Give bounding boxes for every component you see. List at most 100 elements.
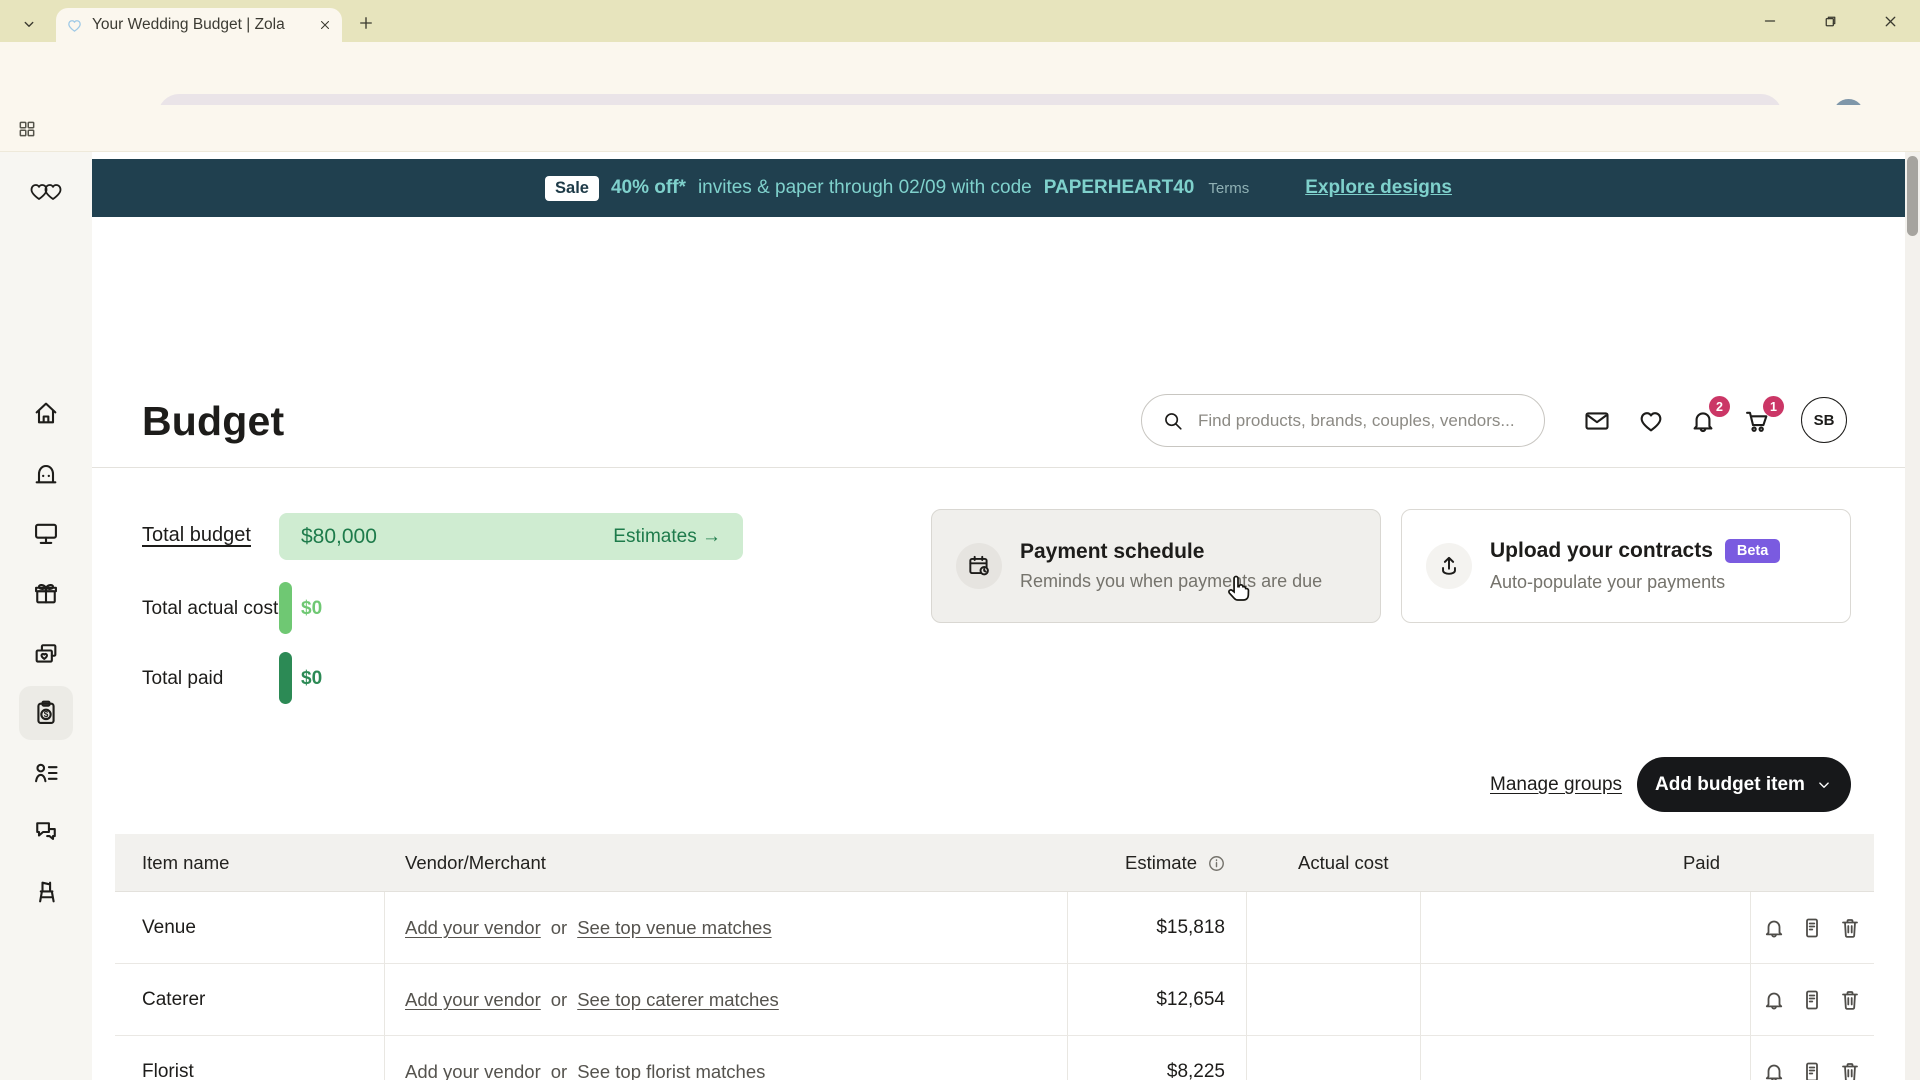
calendar-clock-icon — [956, 543, 1002, 589]
scrollbar-track[interactable] — [1905, 152, 1920, 1080]
total-budget-label[interactable]: Total budget — [142, 524, 251, 547]
or-text: or — [551, 989, 567, 1011]
search-input[interactable] — [1196, 410, 1524, 432]
tab-close-icon[interactable] — [318, 18, 332, 32]
estimate-info-icon[interactable] — [1207, 834, 1226, 892]
upload-contracts-card[interactable]: Upload your contracts Beta Auto-populate … — [1401, 509, 1851, 623]
window-close-button[interactable] — [1873, 6, 1907, 36]
notes-icon[interactable] — [1800, 988, 1824, 1012]
banner-offer-bold: 40% off* — [611, 177, 686, 199]
tab-search-chevron-icon[interactable] — [14, 9, 44, 39]
sidebar-vendor-chat-icon[interactable] — [19, 805, 73, 859]
search-icon — [1162, 410, 1184, 432]
banner-offer-text: invites & paper through 02/09 with code — [698, 177, 1032, 199]
favorites-heart-icon[interactable] — [1635, 405, 1667, 437]
banner-promo-code: PAPERHEART40 — [1044, 177, 1195, 199]
total-paid-value: $0 — [301, 668, 322, 690]
messages-envelope-icon[interactable] — [1581, 405, 1613, 437]
reminder-bell-icon[interactable] — [1762, 1060, 1786, 1080]
upload-contracts-title: Upload your contracts — [1490, 539, 1713, 562]
search-bar[interactable] — [1141, 394, 1545, 447]
add-vendor-link[interactable]: Add your vendor — [405, 917, 541, 939]
cart-icon[interactable]: 1 — [1741, 405, 1773, 437]
or-text: or — [551, 917, 567, 939]
col-item-name: Item name — [142, 834, 229, 892]
estimate-value: $8,225 — [1067, 1036, 1225, 1080]
estimate-value: $12,654 — [1067, 964, 1225, 1036]
reminder-bell-icon[interactable] — [1762, 988, 1786, 1012]
sidebar-seating-chair-icon[interactable] — [19, 865, 73, 919]
table-row: Florist Add your vendor or See top flori… — [115, 1036, 1874, 1080]
sidebar-registry-gift-icon[interactable] — [19, 566, 73, 620]
budget-table: Item name Vendor/Merchant Estimate Actua… — [115, 834, 1874, 1080]
col-paid: Paid — [1420, 834, 1720, 892]
beta-badge: Beta — [1725, 539, 1780, 563]
terms-link[interactable]: Terms — [1208, 180, 1249, 197]
upload-contracts-subtitle: Auto-populate your payments — [1490, 572, 1780, 593]
table-header: Item name Vendor/Merchant Estimate Actua… — [115, 834, 1874, 892]
page-content: $ Sale 40% off* invites & paper through … — [0, 152, 1920, 1080]
cart-badge: 1 — [1763, 396, 1784, 417]
page-title: Budget — [142, 398, 284, 445]
notifications-bell-icon[interactable]: 2 — [1687, 405, 1719, 437]
delete-trash-icon[interactable] — [1838, 916, 1862, 940]
col-estimate: Estimate — [1067, 834, 1197, 892]
explore-designs-link[interactable]: Explore designs — [1305, 177, 1452, 199]
upload-icon — [1426, 543, 1472, 589]
actual-cost-bar — [279, 582, 292, 634]
total-budget-value: $80,000 — [301, 525, 377, 549]
favicon-heart-icon — [66, 17, 83, 34]
delete-trash-icon[interactable] — [1838, 988, 1862, 1012]
sidebar-home-icon[interactable] — [19, 386, 73, 440]
tab-title: Your Wedding Budget | Zola — [92, 16, 309, 34]
window-maximize-button[interactable] — [1813, 6, 1847, 36]
bookmarks-bar — [0, 105, 1920, 152]
sidebar-invites-icon[interactable] — [19, 627, 73, 681]
add-vendor-link[interactable]: Add your vendor — [405, 1061, 541, 1080]
item-name: Florist — [142, 1036, 372, 1080]
item-name: Venue — [142, 892, 372, 964]
total-actual-cost-value: $0 — [301, 598, 322, 620]
add-budget-item-label: Add budget item — [1655, 774, 1805, 796]
sidebar: $ — [0, 152, 92, 1080]
top-matches-link[interactable]: See top venue matches — [577, 917, 771, 939]
browser-window: Your Wedding Budget | Zola — [0, 0, 1920, 1080]
total-actual-cost-label: Total actual cost — [142, 598, 278, 620]
svg-text:$: $ — [44, 710, 49, 719]
promo-banner: Sale 40% off* invites & paper through 02… — [92, 159, 1905, 217]
add-vendor-link[interactable]: Add your vendor — [405, 989, 541, 1011]
total-paid-bar — [279, 652, 292, 704]
window-minimize-button[interactable] — [1753, 6, 1787, 36]
or-text: or — [551, 1061, 567, 1080]
estimate-value: $15,818 — [1067, 892, 1225, 964]
apps-grid-icon[interactable] — [13, 115, 41, 143]
zola-hearts-logo[interactable] — [19, 164, 73, 218]
scrollbar-thumb[interactable] — [1907, 156, 1918, 236]
notes-icon[interactable] — [1800, 916, 1824, 940]
notes-icon[interactable] — [1800, 1060, 1824, 1080]
estimates-link[interactable]: Estimates → — [613, 526, 721, 548]
top-matches-link[interactable]: See top caterer matches — [577, 989, 779, 1011]
delete-trash-icon[interactable] — [1838, 1060, 1862, 1080]
table-row: Venue Add your vendor or See top venue m… — [115, 892, 1874, 964]
sidebar-budget-icon[interactable]: $ — [19, 686, 73, 740]
browser-toolbar: zola.com/wedding/manage/budget S — [0, 42, 1920, 105]
header-divider — [92, 467, 1905, 468]
new-tab-button[interactable] — [352, 9, 380, 37]
item-name: Caterer — [142, 964, 372, 1036]
sidebar-venue-arch-icon[interactable] — [19, 446, 73, 500]
browser-tab[interactable]: Your Wedding Budget | Zola — [56, 8, 342, 42]
account-avatar[interactable]: SB — [1801, 397, 1847, 443]
sidebar-guest-list-icon[interactable] — [19, 746, 73, 800]
chevron-down-icon — [1815, 776, 1833, 794]
top-matches-link[interactable]: See top florist matches — [577, 1061, 765, 1080]
payment-schedule-subtitle: Reminds you when payments are due — [1020, 571, 1322, 592]
sidebar-website-icon[interactable] — [19, 506, 73, 560]
add-budget-item-button[interactable]: Add budget item — [1637, 757, 1851, 812]
tab-strip: Your Wedding Budget | Zola — [0, 0, 1920, 42]
manage-groups-link[interactable]: Manage groups — [1490, 774, 1622, 796]
reminder-bell-icon[interactable] — [1762, 916, 1786, 940]
payment-schedule-title: Payment schedule — [1020, 540, 1322, 564]
sale-badge: Sale — [545, 176, 599, 201]
payment-schedule-card[interactable]: Payment schedule Reminds you when paymen… — [931, 509, 1381, 623]
